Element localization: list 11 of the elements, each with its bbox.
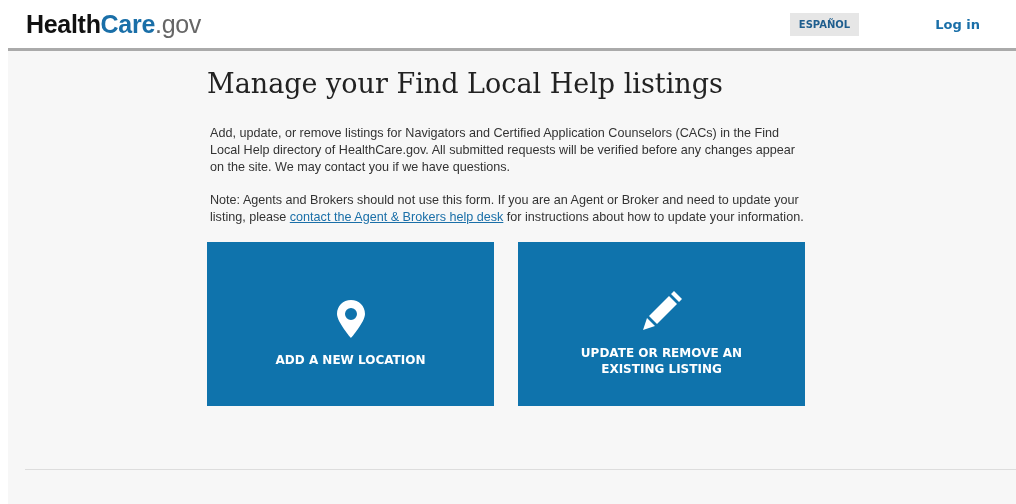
help-desk-link[interactable]: contact the Agent & Brokers help desk: [289, 210, 504, 224]
note-paragraph: Note: Agents and Brokers should not use this form. If you are an Agent or Broker and need to update your listing, please contact the Agent & Brokers help desk for instructions about how to update your information.: [210, 192, 805, 226]
site-logo[interactable]: HealthCare.gov: [26, 9, 202, 39]
map-pin-icon: [335, 300, 366, 338]
page-title: Manage your Find Local Help listings: [207, 68, 724, 99]
action-tile[interactable]: UPDATE OR REMOVE AN EXISTING LISTING: [518, 242, 805, 406]
language-button[interactable]: ESPAÑOL: [789, 12, 860, 36]
login-link[interactable]: Log in: [935, 16, 980, 32]
pencil-icon: [641, 291, 682, 331]
intro-paragraph: Add, update, or remove listings for Navigators and Certified Application Counselors (CACs) in the Find Local Help directory of HealthCare.gov. All submitted requests will be verified before any changes appear on the site. We may contact you if we have questions.: [210, 125, 796, 176]
action-tile[interactable]: ADD A NEW LOCATION: [207, 242, 494, 406]
